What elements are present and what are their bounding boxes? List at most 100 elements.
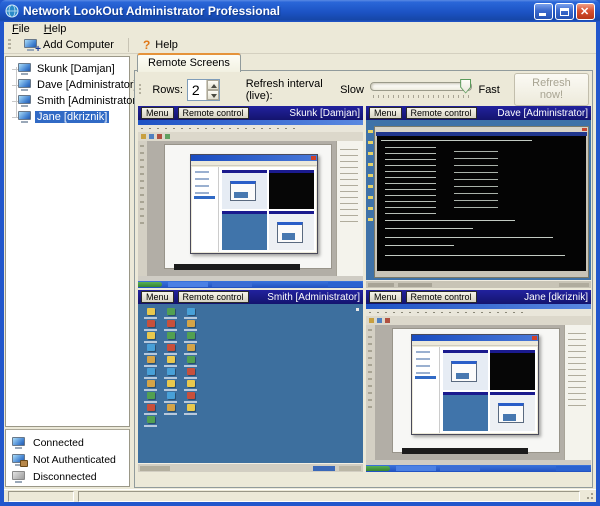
menu-bar: File Help <box>4 22 596 36</box>
legend-label: Disconnected <box>33 471 97 483</box>
desktop-icon <box>147 308 155 315</box>
remote-screen-thumbnail[interactable] <box>138 304 363 472</box>
desktop-icon <box>147 356 155 363</box>
remote-cell-header: Menu Remote control Dave [Administrator] <box>366 106 591 120</box>
desktop-icon <box>147 332 155 339</box>
desktop-icon <box>187 380 195 387</box>
main-area: Skunk [Damjan] Dave [Administrator] Smit… <box>4 54 596 489</box>
menu-help[interactable]: Help <box>44 23 67 35</box>
rows-increment-button[interactable] <box>207 80 219 90</box>
minimize-button[interactable] <box>534 3 553 20</box>
remote-screens-page: Rows: 2 Refresh interval (live): Slow <box>134 70 593 488</box>
add-computer-label: Add Computer <box>43 39 114 51</box>
remote-cell-header: Menu Remote control Jane [dkriznik] <box>366 290 591 304</box>
desktop-icon <box>187 392 195 399</box>
desktop-icon <box>147 416 155 423</box>
not-authenticated-status-icon <box>12 454 26 466</box>
sidebar: Skunk [Damjan] Dave [Administrator] Smit… <box>4 54 132 489</box>
remote-computer-name: Dave [Administrator] <box>497 108 588 119</box>
rows-decrement-button[interactable] <box>207 90 219 100</box>
desktop-icon <box>167 332 175 339</box>
menu-button[interactable]: Menu <box>141 291 174 303</box>
computer-item-label: Jane [dkriznik] <box>35 111 109 123</box>
computer-connected-icon <box>18 95 32 107</box>
desktop-icon <box>167 320 175 327</box>
menu-button[interactable]: Menu <box>369 107 402 119</box>
remote-control-button[interactable]: Remote control <box>406 107 477 119</box>
slider-track[interactable] <box>370 82 473 91</box>
desktop-icon <box>167 344 175 351</box>
remote-computer-name: Jane [dkriznik] <box>524 292 588 303</box>
desktop-icon <box>147 392 155 399</box>
rows-value[interactable]: 2 <box>188 80 206 100</box>
rows-spinner: 2 <box>187 79 220 101</box>
help-button[interactable]: ? Help <box>135 37 186 53</box>
refresh-interval-slider <box>370 78 473 102</box>
help-label: Help <box>155 39 178 51</box>
computer-item-label: Smith [Administrator] <box>35 95 141 107</box>
controls-gripper[interactable] <box>139 84 141 96</box>
desktop-icon <box>167 404 175 411</box>
remote-control-button[interactable]: Remote control <box>178 291 249 303</box>
menu-button[interactable]: Menu <box>369 291 402 303</box>
slider-ticks <box>373 95 470 98</box>
desktop-icon <box>167 356 175 363</box>
status-bar <box>4 489 596 502</box>
disconnected-status-icon <box>12 471 26 483</box>
close-button[interactable]: ✕ <box>576 3 595 20</box>
remote-cell-header: Menu Remote control Skunk [Damjan] <box>138 106 363 120</box>
computer-item-dave[interactable]: Dave [Administrator] <box>12 77 129 93</box>
computer-item-smith[interactable]: Smith [Administrator] <box>12 93 129 109</box>
tab-strip: Remote Screens <box>132 54 596 71</box>
desktop-icon <box>147 368 155 375</box>
legend-label: Connected <box>33 437 84 449</box>
connected-status-icon <box>12 437 26 449</box>
computer-item-label: Dave [Administrator] <box>35 79 139 91</box>
desktop-icon <box>167 380 175 387</box>
legend-not-authenticated: Not Authenticated <box>12 451 129 468</box>
add-computer-button[interactable]: Add Computer <box>16 38 122 52</box>
menu-file[interactable]: File <box>12 23 30 35</box>
remote-cell-skunk: Menu Remote control Skunk [Damjan] <box>138 106 363 288</box>
remote-cell-smith: Menu Remote control Smith [Administrator… <box>138 290 363 472</box>
desktop-icon <box>147 404 155 411</box>
remote-screen-thumbnail[interactable] <box>366 304 591 472</box>
refresh-now-button[interactable]: Refresh now! <box>514 73 589 106</box>
window-title: Network LookOut Administrator Profession… <box>23 4 280 18</box>
menu-button[interactable]: Menu <box>141 107 174 119</box>
slow-label: Slow <box>340 84 364 96</box>
remote-control-button[interactable]: Remote control <box>406 291 477 303</box>
desktop-icon <box>187 368 195 375</box>
tab-remote-screens[interactable]: Remote Screens <box>137 53 241 72</box>
toolbar-separator <box>128 38 129 52</box>
remote-screen-thumbnail[interactable] <box>138 120 363 288</box>
remote-control-button[interactable]: Remote control <box>178 107 249 119</box>
controls-row: Rows: 2 Refresh interval (live): Slow <box>138 75 589 104</box>
remote-screen-thumbnail[interactable] <box>366 120 591 288</box>
recursive-app-window <box>411 334 539 435</box>
toolbar-gripper[interactable] <box>8 39 11 51</box>
slider-thumb[interactable] <box>460 79 471 94</box>
desktop-icon <box>187 356 195 363</box>
desktop-icon <box>187 320 195 327</box>
toolbar: Add Computer ? Help <box>4 36 596 54</box>
add-computer-icon <box>24 39 38 51</box>
desktop-icon <box>187 344 195 351</box>
computer-item-skunk[interactable]: Skunk [Damjan] <box>12 61 129 77</box>
desktop-icon <box>167 392 175 399</box>
rows-label: Rows: <box>152 84 183 96</box>
refresh-interval-label: Refresh interval (live): <box>246 78 330 102</box>
computer-tree: Skunk [Damjan] Dave [Administrator] Smit… <box>5 56 130 427</box>
maximize-button[interactable] <box>555 3 574 20</box>
fast-label: Fast <box>478 84 499 96</box>
computer-item-jane[interactable]: Jane [dkriznik] <box>12 109 129 125</box>
desktop-icon <box>167 368 175 375</box>
window-body: File Help Add Computer ? Help Skunk [Dam… <box>4 22 596 502</box>
resize-grip[interactable] <box>585 491 594 500</box>
remote-computer-name: Skunk [Damjan] <box>289 108 360 119</box>
status-panel-main <box>78 491 580 502</box>
desktop-icon <box>187 404 195 411</box>
desktop-icon <box>187 332 195 339</box>
remote-cell-header: Menu Remote control Smith [Administrator… <box>138 290 363 304</box>
remote-cell-dave: Menu Remote control Dave [Administrator] <box>366 106 591 288</box>
